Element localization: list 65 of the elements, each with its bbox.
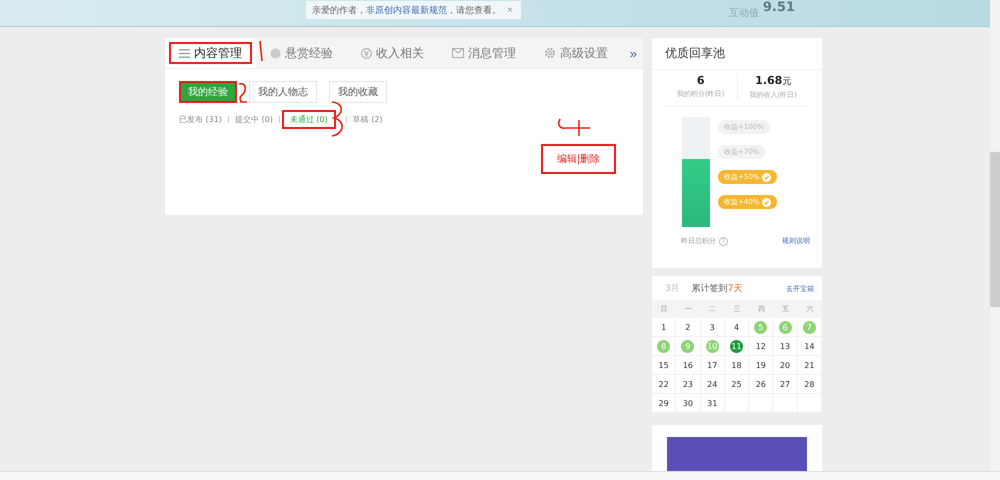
handwritten-mark-drawing [331,100,345,138]
day-number: 9 [681,340,694,352]
day-number: 18 [730,360,743,372]
day-number: 15 [658,360,670,372]
more-tabs-button[interactable]: » [624,38,643,68]
notice-text: 亲爱的作者，非原创内容最新规范，请您查看。 [312,4,501,16]
day-number: 8 [657,340,670,352]
tab[interactable]: 高级设置 [530,38,622,68]
day-number: 22 [658,378,670,390]
month-label: 3月 [665,283,680,295]
mail-icon [452,48,464,58]
scroll-thumb[interactable] [990,152,1000,307]
handwritten-mark-drawing [557,118,591,136]
yen-icon [361,48,372,58]
subtab[interactable]: 我的收藏 [329,81,387,103]
day-number: 24 [706,378,718,390]
day-number: 17 [706,360,718,372]
day-number: 11 [730,340,743,352]
subtab[interactable]: 我的经验 [179,81,237,103]
tab[interactable]: 内容管理 [165,38,256,68]
day-number: 2 [684,322,692,334]
day-number: 29 [658,398,670,410]
pool-title: 优质回享池 [652,38,822,70]
day-number: 10 [706,340,719,352]
day-number: 26 [754,378,767,390]
day-number: 27 [778,378,792,390]
day-number: 1 [660,322,668,334]
day-number: 3 [708,322,716,334]
filter-link[interactable]: 提交中 (0) [234,114,273,125]
day-number: 14 [803,340,816,352]
day-number: 23 [682,378,694,390]
check-icon [762,172,772,182]
day-number: 20 [778,360,792,372]
notice-link[interactable]: 非原创内容最新规范 [366,6,447,16]
day-number: 7 [802,320,816,334]
day-number: 5 [754,320,768,334]
tab[interactable]: 消息管理 [438,38,530,68]
checkin-summary: 累计签到7天 [692,282,742,295]
day-number: 6 [778,320,792,334]
day-number: 4 [732,322,740,334]
scrollbar[interactable] [990,0,1000,472]
annotation-text: 编辑|删除 [556,152,600,166]
day-number: 12 [754,340,767,352]
subtab[interactable]: 我的人物志 [249,81,317,103]
check-icon [762,198,772,206]
day-number: 21 [803,360,816,372]
stat-value: 9.51 [762,0,795,15]
tab[interactable]: 收入相关 [347,38,438,68]
handwritten-mark-drawing [238,82,248,104]
close-button[interactable]: × [505,4,515,16]
day-number: 13 [778,340,792,352]
day-number: 16 [682,360,694,372]
day-number: 25 [730,378,743,390]
day-number: 28 [803,378,816,390]
settings-icon [544,47,556,59]
stat-label: 互动值 [728,7,759,20]
filter-link[interactable]: 已发布 (31) [179,114,222,125]
stat-value: 6 [696,74,705,87]
list-icon [179,48,190,58]
stat-value: 1.68元 [755,74,792,88]
day-number: 31 [706,398,718,410]
day-number: 19 [754,360,767,372]
coin-icon [270,48,281,58]
filter-link[interactable]: 草稿 (2) [352,114,383,125]
day-number: 30 [682,398,694,410]
